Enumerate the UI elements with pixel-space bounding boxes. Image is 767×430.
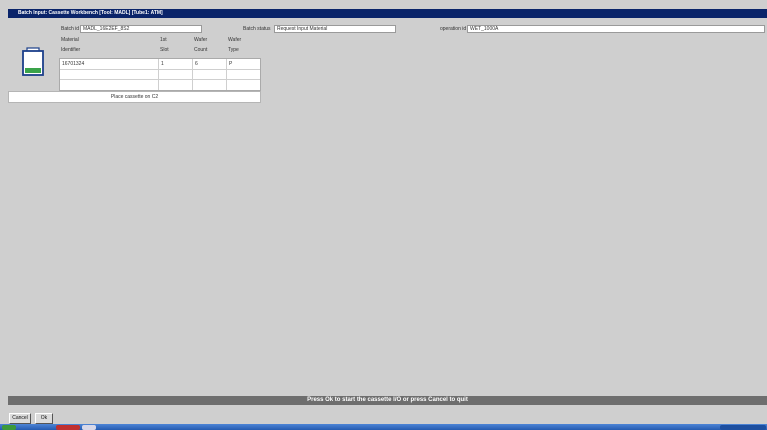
cell-type: P xyxy=(229,61,233,67)
taskbar-app-icon[interactable] xyxy=(82,425,96,430)
status-message: Press Ok to start the cassette I/O or pr… xyxy=(8,396,767,405)
system-tray xyxy=(720,425,766,430)
cassette-icon xyxy=(20,47,46,79)
header-type: Type xyxy=(228,47,239,53)
cell-slot: 1 xyxy=(161,61,164,67)
header-wafer: Wafer xyxy=(194,37,208,43)
row-divider xyxy=(60,69,260,70)
header-slot: Slot xyxy=(160,47,169,53)
window-title: Batch Input: Cassette Workbench [Tool: M… xyxy=(18,10,163,16)
batch-status-field[interactable]: Request Input Material xyxy=(274,25,396,33)
cell-count: 6 xyxy=(195,61,198,67)
header-wafer-type: Wafer xyxy=(228,37,242,43)
operation-id-label: operation id xyxy=(440,26,467,32)
column-divider xyxy=(158,59,159,90)
taskbar-app-icon[interactable] xyxy=(56,425,80,430)
start-button[interactable] xyxy=(2,425,16,430)
batch-id-label: Batch id xyxy=(61,26,80,32)
ok-button[interactable]: Ok xyxy=(35,413,53,424)
header-1st: 1st xyxy=(160,37,167,43)
header-count: Count xyxy=(194,47,208,53)
window-title-bar: Batch Input: Cassette Workbench [Tool: M… xyxy=(8,9,767,18)
cell-identifier: 16701324 xyxy=(62,61,85,67)
header-identifier: Identifier xyxy=(61,47,81,53)
column-divider xyxy=(226,59,227,90)
os-taskbar xyxy=(0,424,767,430)
header-material: Material xyxy=(61,37,79,43)
batch-id-field[interactable]: MADL_16E2EF_8S2 xyxy=(80,25,202,33)
placement-instruction: Place cassette on C2 xyxy=(8,91,261,103)
operation-id-field[interactable]: WET_1000A xyxy=(467,25,765,33)
cancel-button[interactable]: Cancel xyxy=(9,413,31,424)
row-divider xyxy=(60,79,260,80)
material-table: 16701324 1 6 P xyxy=(59,58,261,91)
batch-status-label: Batch status xyxy=(243,26,271,32)
column-divider xyxy=(192,59,193,90)
